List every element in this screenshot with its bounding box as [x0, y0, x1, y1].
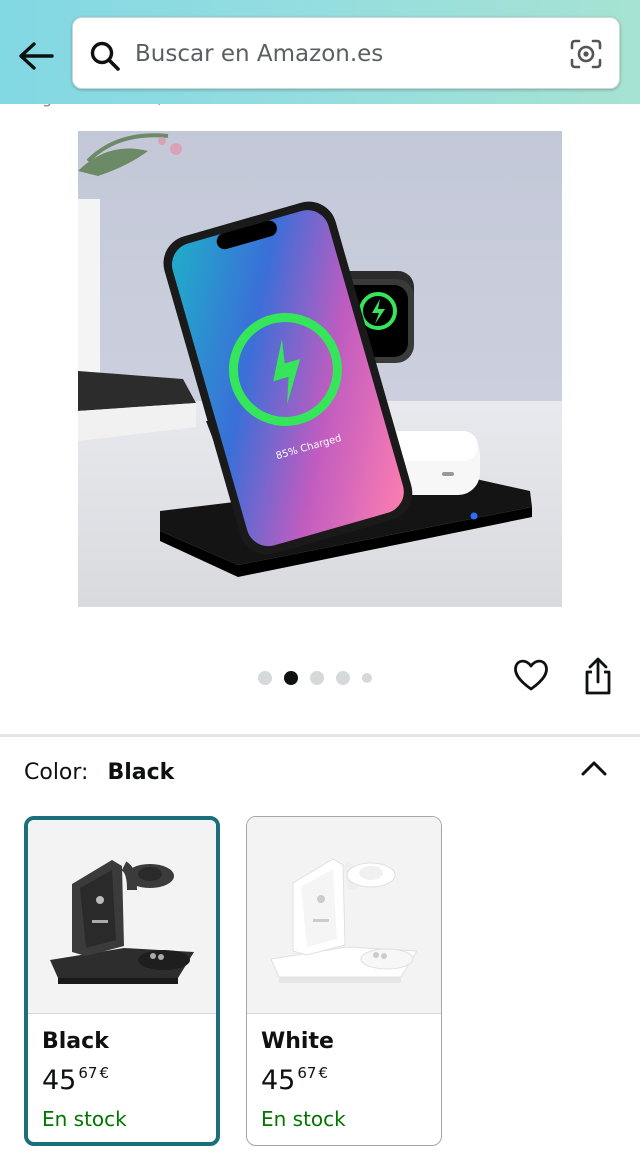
color-option-availability: En stock: [42, 1107, 127, 1131]
color-option-white[interactable]: White 45 67 € En stock: [246, 816, 442, 1146]
collapse-button[interactable]: [578, 754, 610, 782]
share-button[interactable]: [580, 656, 616, 696]
color-option-availability: En stock: [261, 1107, 346, 1131]
section-divider: [0, 734, 640, 737]
color-option-image: [247, 817, 441, 1013]
camera-lens-icon[interactable]: [569, 38, 603, 70]
color-option-name: White: [261, 1029, 334, 1054]
wishlist-button[interactable]: [512, 656, 550, 694]
color-option-price: 45 67 €: [42, 1064, 109, 1096]
carousel-dot[interactable]: [258, 671, 272, 685]
search-input[interactable]: [135, 32, 555, 76]
carousel-dot-active[interactable]: [284, 671, 298, 685]
heart-icon: [514, 659, 548, 691]
selected-color-value: Black: [107, 760, 175, 785]
color-label: Color:: [24, 760, 89, 785]
color-option-name: Black: [42, 1029, 109, 1054]
image-carousel-dots: [258, 668, 372, 688]
color-option-price: 45 67 €: [261, 1064, 328, 1096]
search-icon: [90, 41, 120, 71]
product-image[interactable]: 85% Charged: [78, 131, 562, 607]
search-bar[interactable]: [72, 17, 620, 89]
color-option-black[interactable]: Black 45 67 € En stock: [24, 816, 220, 1146]
carousel-dot[interactable]: [362, 673, 372, 683]
carousel-dot[interactable]: [310, 671, 324, 685]
app-header: [0, 0, 640, 104]
color-option-image: [28, 820, 216, 1013]
color-selector-header: Color: Black: [24, 760, 174, 785]
arrow-left-icon: [19, 42, 54, 70]
back-button[interactable]: [14, 36, 58, 76]
share-icon: [585, 657, 611, 695]
chevron-up-icon: [581, 761, 607, 776]
carousel-dot[interactable]: [336, 671, 350, 685]
